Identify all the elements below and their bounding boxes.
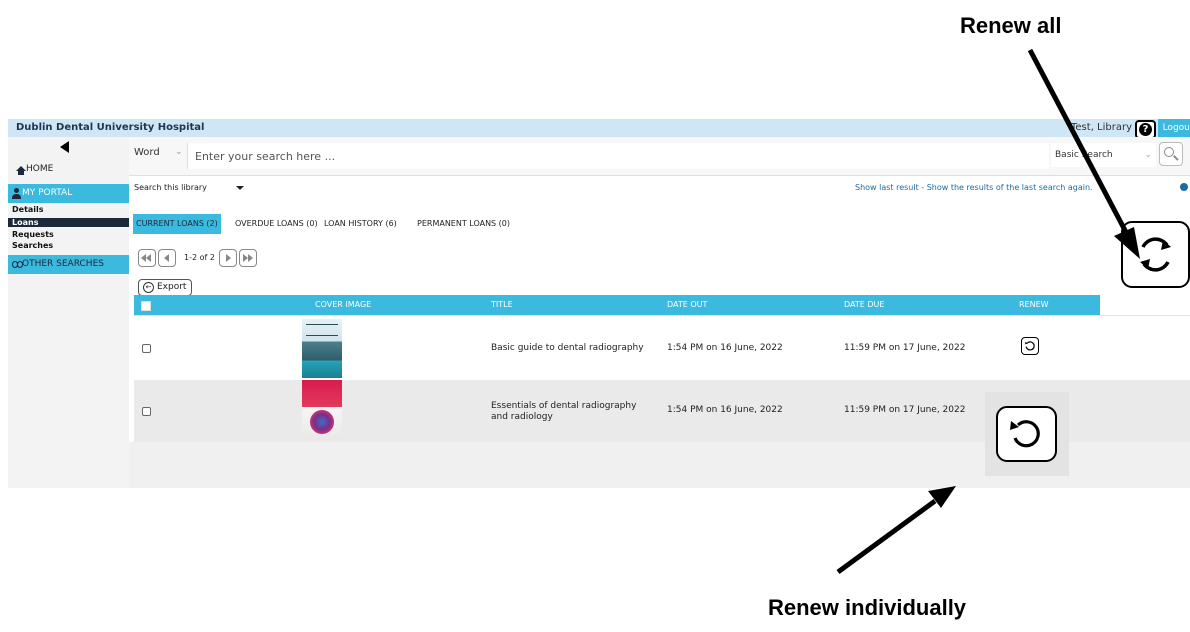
- arrow-renew-all: [1027, 48, 1131, 238]
- arrowhead-renew-all: [1114, 227, 1140, 259]
- annotation-arrows: [836, 48, 1140, 575]
- arrow-renew-individually: [836, 498, 937, 575]
